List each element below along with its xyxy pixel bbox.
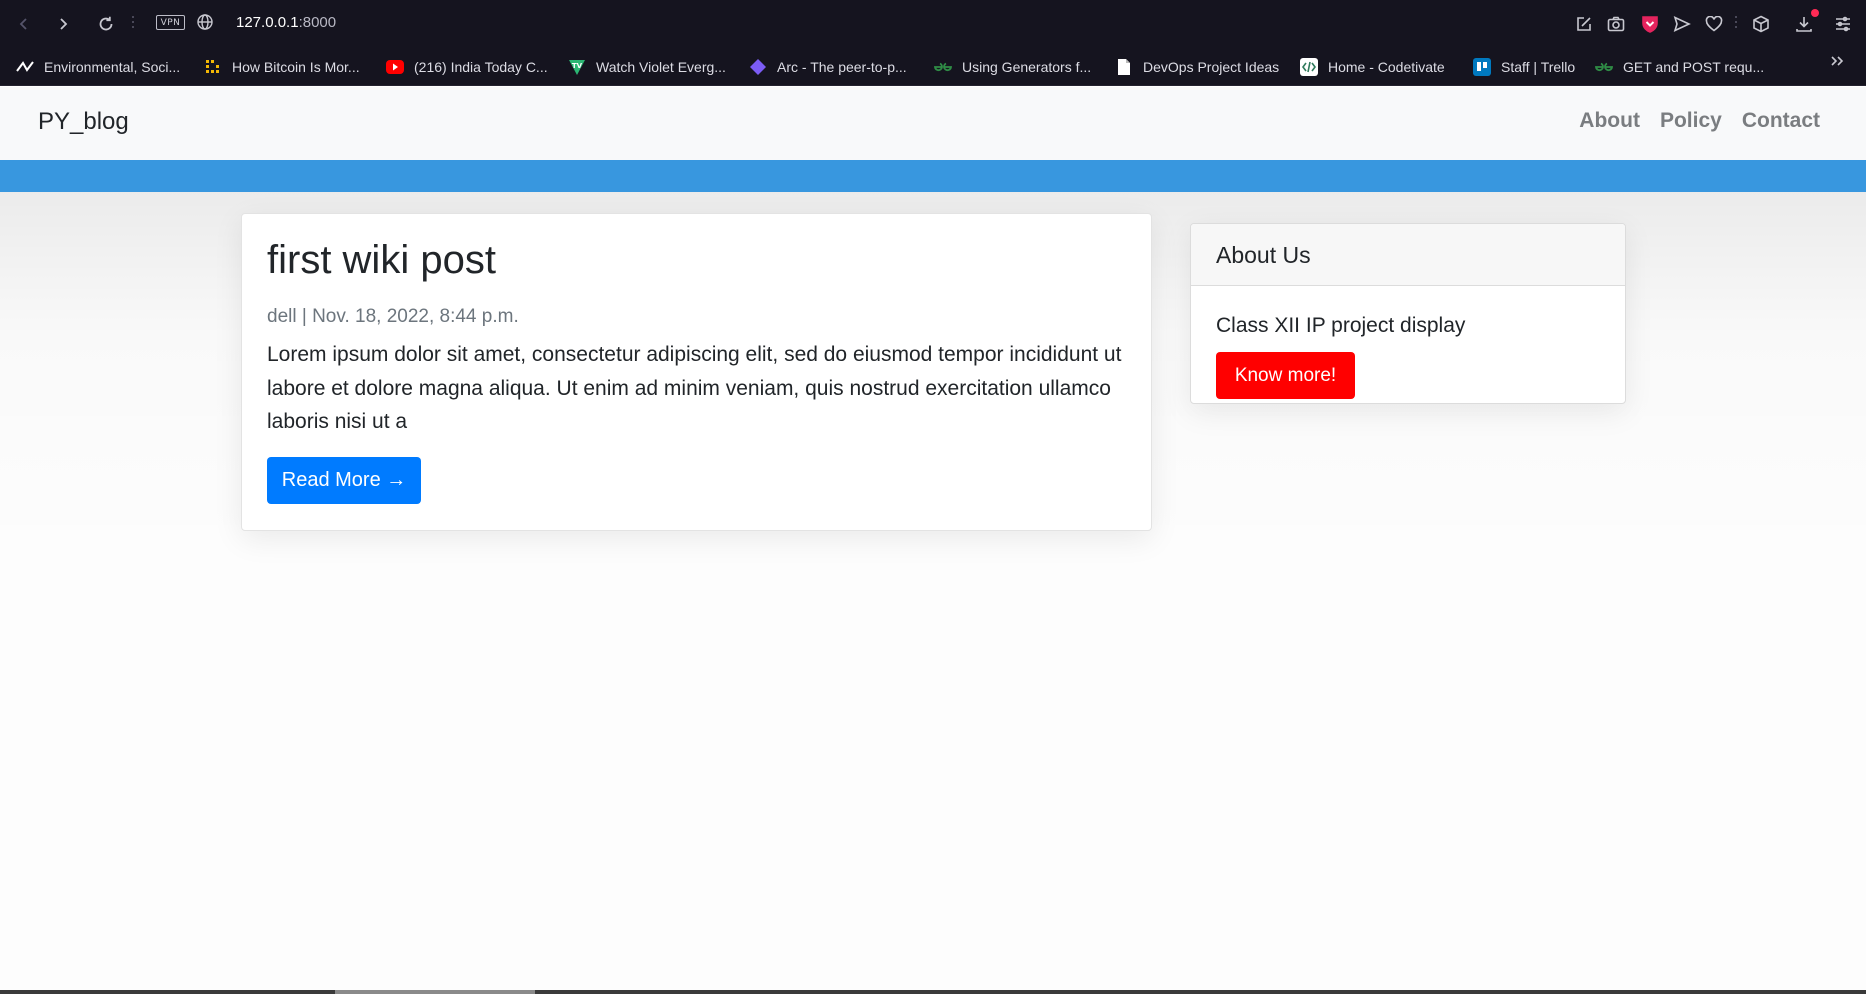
about-us-card: About Us Class XII IP project display Kn…	[1190, 223, 1626, 404]
bookmark-item[interactable]: Home - Codetivate	[1300, 56, 1445, 78]
bookmark-item[interactable]: Environmental, Soci...	[16, 56, 180, 78]
cube-icon	[1753, 15, 1769, 33]
send-button[interactable]	[1671, 13, 1693, 35]
bookmark-label: Watch Violet Everg...	[596, 59, 726, 75]
toolbar-separator	[132, 16, 134, 32]
header-accent-strip	[0, 160, 1866, 192]
gfg-icon	[1595, 58, 1613, 76]
bookmark-label: DevOps Project Ideas	[1143, 59, 1280, 75]
gfg-icon	[934, 58, 952, 76]
shield-icon	[1642, 16, 1658, 33]
nav-link-contact[interactable]: Contact	[1742, 109, 1820, 133]
post-card: first wiki post dell | Nov. 18, 2022, 8:…	[241, 213, 1152, 531]
toolbar-separator	[1735, 16, 1737, 32]
bookmark-label: How Bitcoin Is Mor...	[232, 59, 360, 75]
extensions-button[interactable]	[1750, 13, 1772, 35]
bookmark-item[interactable]: Arc - The peer-to-p...	[749, 56, 907, 78]
window-bottom-edge	[0, 990, 1866, 994]
pencil-box-icon	[1577, 17, 1591, 31]
menu-button[interactable]	[1832, 13, 1854, 35]
bookmark-item[interactable]: TV Watch Violet Everg...	[568, 56, 726, 78]
web-page: PY_blog About Policy Contact first wiki …	[0, 87, 1866, 994]
more-bookmarks-button[interactable]	[1830, 54, 1844, 73]
double-chevron-right-icon	[1831, 56, 1844, 66]
downloads-button[interactable]	[1793, 9, 1819, 35]
bookmark-item[interactable]: GET and POST requ...	[1595, 56, 1764, 78]
site-navbar: PY_blog About Policy Contact	[0, 87, 1866, 160]
nav-link-policy[interactable]: Policy	[1660, 109, 1722, 133]
send-icon	[1673, 16, 1691, 32]
url-host: 127.0.0.1	[236, 14, 299, 31]
bookmark-label: Environmental, Soci...	[44, 59, 181, 75]
back-arrow-icon	[19, 18, 27, 30]
bookmark-item[interactable]: (216) India Today C...	[386, 56, 548, 78]
bookmark-item[interactable]: DevOps Project Ideas	[1115, 56, 1279, 78]
post-meta: dell | Nov. 18, 2022, 8:44 p.m.	[267, 306, 519, 327]
about-us-heading: About Us	[1191, 224, 1625, 286]
bookmark-item[interactable]: How Bitcoin Is Mor...	[204, 56, 360, 78]
url-port: :8000	[298, 14, 337, 31]
site-brand[interactable]: PY_blog	[38, 108, 129, 136]
tv-shield-icon: TV	[568, 58, 586, 76]
post-excerpt: Lorem ipsum dolor sit amet, consectetur …	[267, 343, 1122, 433]
know-more-button[interactable]: Know more!	[1216, 352, 1355, 399]
bookmark-label: Home - Codetivate	[1328, 59, 1445, 75]
reload-icon	[99, 16, 113, 31]
site-info-button[interactable]	[196, 13, 214, 36]
forward-arrow-icon	[60, 18, 68, 30]
code-icon	[1300, 58, 1318, 76]
sliders-icon	[1836, 16, 1850, 32]
address-bar[interactable]: 127.0.0.1:8000	[236, 14, 336, 31]
bookmark-item[interactable]: Using Generators f...	[934, 56, 1091, 78]
vpn-badge[interactable]: VPN	[156, 15, 185, 30]
bookmarks-bar: Environmental, Soci... How Bitcoin Is Mo…	[0, 48, 1866, 86]
zigzag-logo-icon	[16, 58, 34, 76]
pocket-button[interactable]	[1639, 13, 1661, 35]
notification-dot	[1811, 9, 1819, 17]
back-button[interactable]	[12, 12, 36, 36]
heart-icon	[1705, 16, 1723, 32]
bookmark-label: Staff | Trello	[1501, 59, 1576, 75]
bookmark-item[interactable]: Staff | Trello	[1473, 56, 1575, 78]
read-more-button[interactable]: Read More →	[267, 457, 421, 504]
forward-button[interactable]	[51, 12, 75, 36]
screenshot-button[interactable]	[1605, 13, 1627, 35]
bookmark-label: GET and POST requ...	[1623, 59, 1765, 75]
svg-text:TV: TV	[572, 62, 583, 70]
download-icon	[1796, 17, 1812, 32]
document-icon	[1115, 58, 1133, 76]
youtube-icon	[386, 60, 404, 74]
bookmark-label: Using Generators f...	[962, 59, 1092, 75]
edit-button[interactable]	[1573, 13, 1595, 35]
bookmark-label: (216) India Today C...	[414, 59, 548, 75]
browser-toolbar: VPN 127.0.0.1:8000	[0, 0, 1866, 48]
globe-icon	[197, 14, 213, 30]
about-us-text: Class XII IP project display	[1216, 314, 1466, 337]
grid-logo-icon	[204, 58, 222, 76]
post-title: first wiki post	[267, 238, 496, 282]
diamond-icon	[749, 58, 767, 76]
site-nav-links: About Policy Contact	[1579, 109, 1820, 133]
favorites-button[interactable]	[1703, 13, 1725, 35]
camera-icon	[1607, 16, 1625, 32]
reload-button[interactable]	[94, 12, 118, 36]
nav-link-about[interactable]: About	[1579, 109, 1640, 133]
bookmark-label: Arc - The peer-to-p...	[777, 59, 907, 75]
trello-icon	[1473, 58, 1491, 76]
